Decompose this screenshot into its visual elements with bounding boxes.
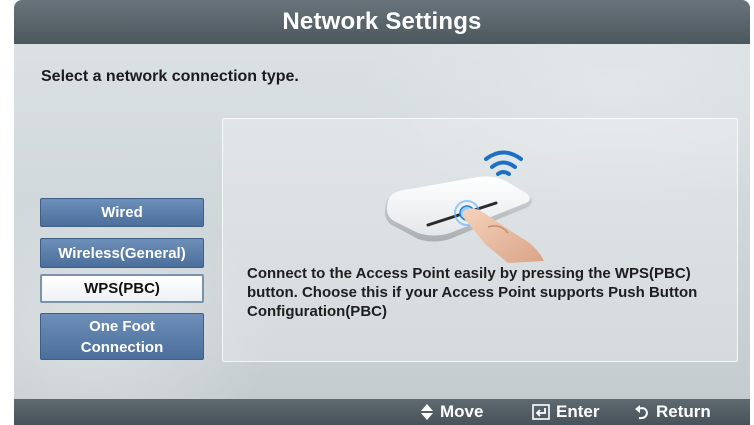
tv-screen: Network Settings Select a network connec… (14, 0, 750, 425)
hint-enter-label: Enter (556, 402, 600, 421)
option-wired-button[interactable]: Wired (40, 198, 204, 227)
hint-return: Return (634, 402, 711, 422)
title-bar: Network Settings (14, 0, 750, 44)
hint-move: Move (420, 402, 483, 422)
wifi-signal-icon (484, 150, 523, 176)
hint-move-label: Move (440, 402, 484, 421)
enter-icon (532, 404, 550, 420)
option-wireless-general-button[interactable]: Wireless(General) (40, 238, 204, 268)
hint-return-label: Return (656, 402, 711, 421)
option-one-foot-connection-button[interactable]: One Foot Connection (40, 313, 204, 360)
page-title: Network Settings (282, 8, 482, 35)
return-icon (635, 405, 649, 420)
router-wps-illustration (384, 150, 544, 263)
connection-type-prompt: Select a network connection type. (41, 68, 299, 85)
hint-enter: Enter (532, 402, 599, 422)
info-panel: Connect to the Access Point easily by pr… (222, 118, 738, 362)
wps-description: Connect to the Access Point easily by pr… (247, 265, 698, 320)
up-down-arrow-icon (421, 404, 433, 420)
option-wps-pbc-button[interactable]: WPS(PBC) (40, 274, 204, 303)
footer-hint-bar: Move Enter Return (14, 399, 750, 425)
